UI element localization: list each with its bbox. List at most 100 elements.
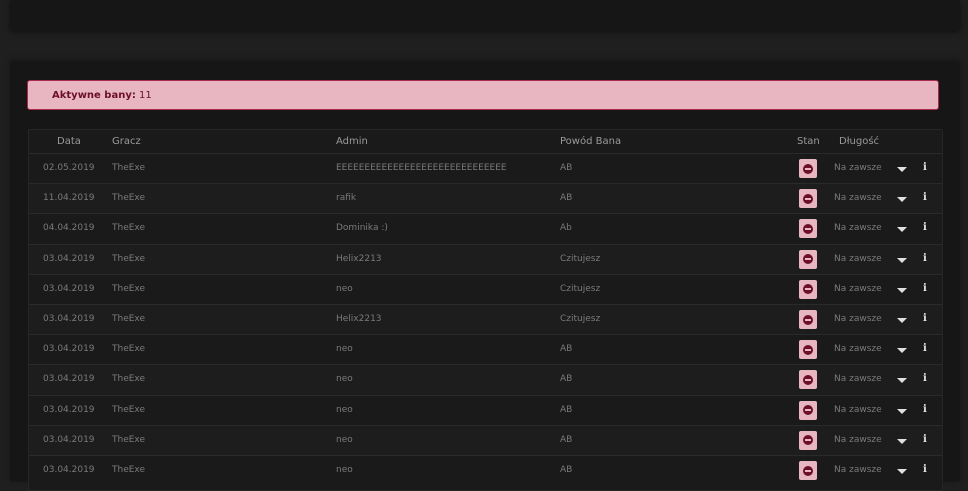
info-icon[interactable]: i xyxy=(923,434,927,445)
status-badge[interactable] xyxy=(799,279,817,299)
cell-date: 03.04.2019 xyxy=(43,404,95,415)
cell-player: TheExe xyxy=(112,283,146,294)
col-admin[interactable]: Admin xyxy=(336,136,368,147)
top-panel xyxy=(10,0,960,30)
cell-reason: Czitujesz xyxy=(560,253,601,264)
info-icon[interactable]: i xyxy=(923,313,927,324)
table-row: 03.04.2019 TheExe Helix2213 Czitujesz Na zaw… xyxy=(29,243,942,275)
cell-player: TheExe xyxy=(112,374,146,385)
cell-reason: Ab xyxy=(560,223,572,234)
active-bans-count: 11 xyxy=(139,90,152,101)
cell-length: Na zawsze xyxy=(834,404,882,415)
cell-player: TheExe xyxy=(112,223,146,234)
no-entry-icon xyxy=(803,314,813,325)
col-player[interactable]: Gracz xyxy=(112,136,141,147)
caret-down-icon[interactable] xyxy=(897,197,907,203)
info-icon[interactable]: i xyxy=(923,283,927,294)
caret-down-icon[interactable] xyxy=(897,167,907,172)
status-badge[interactable] xyxy=(799,310,817,329)
no-entry-icon xyxy=(803,163,813,174)
no-entry-icon xyxy=(803,284,813,295)
status-badge[interactable] xyxy=(799,340,817,360)
table-row: 03.04.2019 TheExe neo AB Na zawsze i xyxy=(29,424,942,456)
cell-date: 03.04.2019 xyxy=(43,253,95,264)
info-icon[interactable]: i xyxy=(923,162,927,173)
info-icon[interactable]: i xyxy=(923,404,927,415)
cell-admin: neo xyxy=(336,344,353,355)
cell-admin: neo xyxy=(336,374,353,385)
status-badge[interactable] xyxy=(799,249,817,269)
info-icon[interactable]: i xyxy=(923,343,927,354)
info-icon[interactable]: i xyxy=(923,373,927,384)
no-entry-icon xyxy=(803,193,813,204)
cell-player: TheExe xyxy=(112,314,146,324)
cell-date: 03.04.2019 xyxy=(43,434,95,445)
table-row: 03.04.2019 TheExe neo AB Na zawsze i xyxy=(29,394,942,426)
caret-down-icon[interactable] xyxy=(897,227,907,233)
cell-length: Na zawsze xyxy=(834,374,882,385)
table-row: 04.04.2019 TheExe Dominika :) Ab Na zawsze i xyxy=(29,213,942,244)
cell-admin: neo xyxy=(336,283,353,294)
cell-length: Na zawsze xyxy=(834,465,882,475)
cell-date: 03.04.2019 xyxy=(43,344,95,355)
cell-length: Na zawsze xyxy=(834,314,882,324)
caret-down-icon[interactable] xyxy=(897,257,907,263)
cell-admin: neo xyxy=(336,465,353,475)
cell-length: Na zawsze xyxy=(834,434,882,445)
table-row: 03.04.2019 TheExe neo AB Na zawsze i xyxy=(29,334,942,365)
caret-down-icon[interactable] xyxy=(897,469,907,474)
info-icon[interactable]: i xyxy=(923,222,927,233)
table-row: 03.04.2019 TheExe neo AB Na zawsze i xyxy=(29,455,942,486)
status-badge[interactable] xyxy=(799,461,817,480)
no-entry-icon xyxy=(803,344,813,355)
status-badge[interactable] xyxy=(799,370,817,390)
caret-down-icon[interactable] xyxy=(897,378,907,384)
no-entry-icon xyxy=(803,405,813,416)
cell-player: TheExe xyxy=(112,253,146,264)
bans-panel: Aktywne bany: 11 Data Gracz Admin Powód … xyxy=(10,62,960,491)
cell-player: TheExe xyxy=(112,344,146,355)
cell-length: Na zawsze xyxy=(834,344,882,355)
no-entry-icon xyxy=(803,435,813,446)
table-row: 03.04.2019 TheExe Helix2213 Czitujesz Na zaw… xyxy=(29,304,942,335)
table-row: 02.05.2019 TheExe EEEEEEEEEEEEEEEEEEEEEEEE… xyxy=(29,153,942,184)
no-entry-icon xyxy=(803,223,813,234)
active-bans-label: Aktywne bany: xyxy=(52,90,136,101)
cell-admin: Dominika :) xyxy=(336,223,388,234)
cell-player: TheExe xyxy=(112,163,146,173)
info-icon[interactable]: i xyxy=(923,253,927,264)
no-entry-icon xyxy=(803,254,813,265)
status-badge[interactable] xyxy=(799,159,817,178)
cell-length: Na zawsze xyxy=(834,223,882,234)
info-icon[interactable]: i xyxy=(923,464,927,475)
cell-admin: EEEEEEEEEEEEEEEEEEEEEEEEEEEEEE xyxy=(336,163,507,173)
caret-down-icon[interactable] xyxy=(897,287,907,293)
caret-down-icon[interactable] xyxy=(897,438,907,444)
status-badge[interactable] xyxy=(799,400,817,420)
no-entry-icon xyxy=(803,374,813,385)
bans-table: Data Gracz Admin Powód Bana Stan Długość… xyxy=(28,129,943,491)
col-date[interactable]: Data xyxy=(57,136,81,147)
caret-down-icon[interactable] xyxy=(897,318,907,323)
caret-down-icon[interactable] xyxy=(897,348,907,354)
col-length[interactable]: Długość xyxy=(839,136,879,147)
status-badge[interactable] xyxy=(799,219,817,239)
cell-player: TheExe xyxy=(112,434,146,445)
cell-reason: AB xyxy=(560,465,573,475)
col-status[interactable]: Stan xyxy=(797,136,820,147)
table-row: 03.04.2019 TheExe neo AB Na zawsze i xyxy=(29,364,942,396)
cell-length: Na zawsze xyxy=(834,253,882,264)
cell-reason: AB xyxy=(560,163,573,173)
status-badge[interactable] xyxy=(799,430,817,450)
col-reason[interactable]: Powód Bana xyxy=(560,136,621,147)
cell-admin: neo xyxy=(336,404,353,415)
caret-down-icon[interactable] xyxy=(897,408,907,414)
cell-admin: Helix2213 xyxy=(336,253,382,264)
cell-date: 03.04.2019 xyxy=(43,465,95,475)
info-icon[interactable]: i xyxy=(923,192,927,203)
cell-date: 03.04.2019 xyxy=(43,314,95,324)
cell-reason: AB xyxy=(560,374,573,385)
status-badge[interactable] xyxy=(799,189,817,209)
cell-player: TheExe xyxy=(112,193,146,204)
cell-date: 02.05.2019 xyxy=(43,163,95,173)
